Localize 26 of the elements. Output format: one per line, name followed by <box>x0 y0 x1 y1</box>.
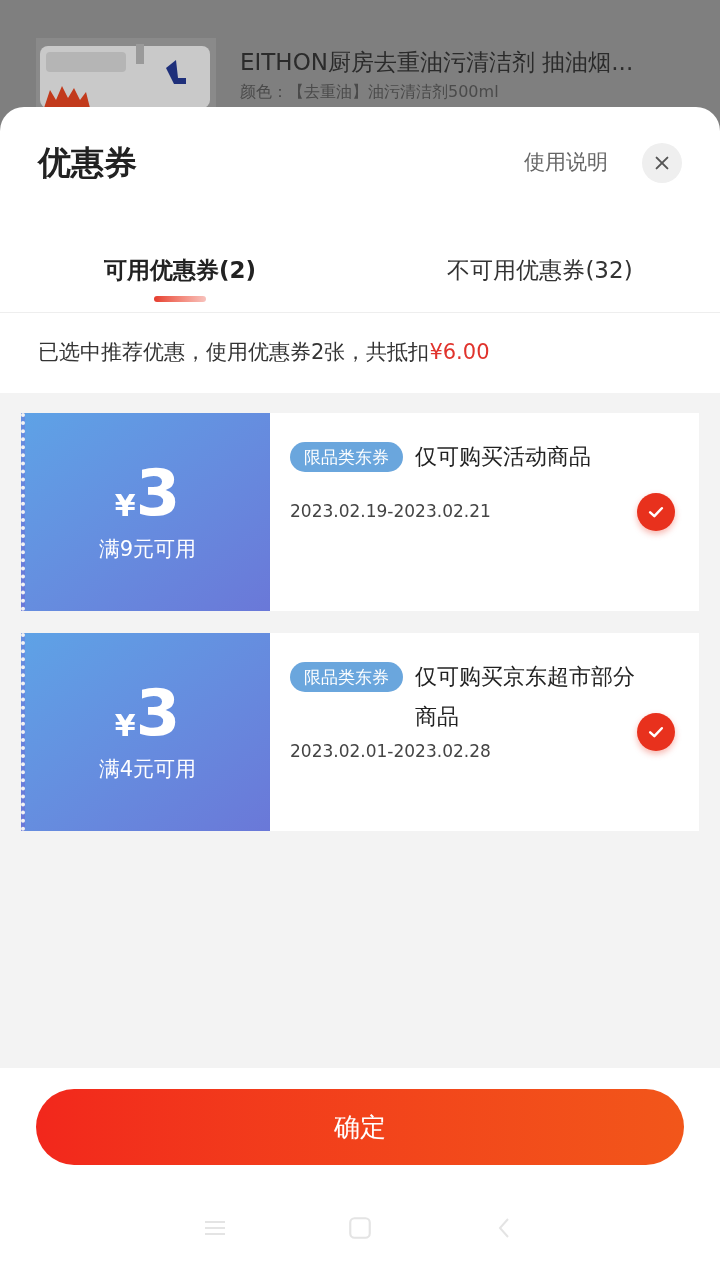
coupon-amount: 3 <box>135 458 181 529</box>
coupon-condition: 满9元可用 <box>98 536 197 564</box>
validity-dates: 2023.02.19-2023.02.21 <box>290 500 492 523</box>
coupon-description: 仅可购买京东超市部分商品 <box>415 663 636 731</box>
coupon-card[interactable]: ¥3 满4元可用 限品类东券 仅可购买京东超市部分商品 2023.02.01-2023.02.28 <box>21 633 699 831</box>
coupon-tab[interactable]: 可用优惠券(2) <box>0 217 360 312</box>
close-icon <box>653 154 671 172</box>
currency-symbol: ¥ <box>114 487 136 526</box>
sheet-title: 优惠券 <box>38 142 137 185</box>
check-icon[interactable] <box>637 493 675 531</box>
category-tag: 限品类东券 <box>290 662 403 692</box>
coupon-amount: 3 <box>135 678 181 749</box>
usage-instructions-link[interactable]: 使用说明 <box>524 147 608 179</box>
coupon-card[interactable]: ¥3 满9元可用 限品类东券 仅可购买活动商品 2023.02.19-2023.02.21 <box>21 413 699 611</box>
coupon-condition: 满4元可用 <box>98 756 197 784</box>
confirm-button[interactable]: 确定 <box>36 1089 684 1165</box>
coupon-tab[interactable]: 不可用优惠券(32) <box>360 217 720 312</box>
summary-text: 已选中推荐优惠，使用优惠券2张，共抵扣¥6.00 <box>38 339 490 367</box>
check-icon[interactable] <box>637 713 675 751</box>
coupon-description: 仅可购买活动商品 <box>415 443 591 471</box>
tab-indicator <box>154 295 206 302</box>
close-button[interactable] <box>642 143 682 183</box>
category-tag: 限品类东券 <box>290 442 403 472</box>
currency-symbol: ¥ <box>114 707 136 746</box>
validity-dates: 2023.02.01-2023.02.28 <box>290 740 492 763</box>
product-title: EITHON厨房去重油污清洁剂 抽油烟... <box>240 48 634 77</box>
